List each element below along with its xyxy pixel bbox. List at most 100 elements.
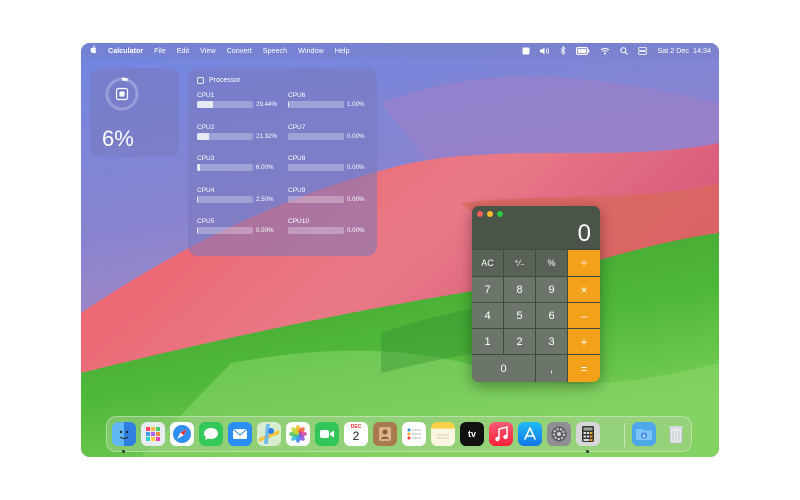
cpu-core-bar-fill [197, 101, 214, 108]
cpu-core-1: CPU1 29.44% [197, 92, 279, 120]
messages-icon[interactable] [199, 422, 223, 446]
cpu-core-label: CPU9 [288, 186, 306, 194]
zoom-button[interactable] [497, 211, 503, 217]
desktop: Calculator File Edit View Convert Speech… [81, 43, 719, 457]
app-store-icon[interactable] [518, 422, 542, 446]
key-ac[interactable]: AC [472, 250, 503, 276]
wifi-icon[interactable] [600, 47, 610, 55]
cpu-core-bar-fill [288, 101, 289, 108]
cpu-core-bar-fill [197, 195, 199, 203]
cpu-core-label: CPU4 [197, 186, 215, 194]
menu-app-name[interactable]: Calculator [108, 46, 143, 55]
calculator-window[interactable]: 0 AC ⁺∕₋ % ÷ 7 8 9 × 4 5 6 – 1 2 3 + 0 ,… [472, 206, 600, 382]
menu-edit[interactable]: Edit [177, 46, 189, 55]
calculator-app-icon[interactable] [576, 422, 600, 446]
cpu-core-value: 0.50% [256, 227, 274, 234]
menu-file[interactable]: File [154, 46, 166, 55]
notes-icon[interactable] [431, 422, 455, 446]
key-decimal[interactable]: , [536, 355, 567, 382]
key-7[interactable]: 7 [472, 277, 503, 302]
key-3[interactable]: 3 [536, 329, 567, 354]
volume-icon[interactable] [540, 47, 550, 55]
key-plus[interactable]: + [568, 329, 600, 354]
close-button[interactable] [477, 211, 483, 217]
minimize-button[interactable] [487, 211, 493, 217]
key-minus[interactable]: – [568, 303, 600, 328]
bluetooth-icon[interactable] [560, 46, 567, 55]
key-equals[interactable]: = [568, 355, 600, 382]
key-9[interactable]: 9 [536, 277, 567, 302]
dock-separator [624, 423, 625, 447]
calculator-running-indicator [586, 450, 589, 453]
cpu-core-label: CPU2 [197, 123, 215, 131]
key-0[interactable]: 0 [472, 355, 535, 382]
processor-title: Processor [209, 77, 241, 84]
cpu-core-label: CPU8 [288, 155, 306, 162]
system-settings-icon[interactable] [547, 422, 571, 446]
calculator-display-value: 0 [577, 220, 591, 247]
cpu-core-3: CPU3 6.00% [197, 155, 279, 183]
control-center-icon[interactable] [638, 46, 648, 55]
cpu-core-label: CPU3 [197, 155, 215, 162]
key-5[interactable]: 5 [504, 303, 535, 328]
cpu-core-bar [288, 195, 344, 203]
cpu-core-value: 6.00% [256, 164, 274, 171]
apple-icon[interactable] [89, 45, 97, 56]
cpu-core-bar [197, 101, 253, 108]
calendar-day: 2 [352, 429, 360, 443]
key-sign[interactable]: ⁺∕₋ [504, 250, 535, 276]
menu-convert[interactable]: Convert [227, 46, 252, 55]
menu-window[interactable]: Window [298, 46, 324, 55]
cpu-core-value: 0.00% [347, 164, 365, 171]
cpu-core-bar [288, 227, 344, 234]
cpu-core-value: 0.00% [347, 132, 365, 140]
contacts-icon[interactable] [373, 422, 397, 446]
music-icon[interactable] [489, 422, 513, 446]
cpu-usage-widget[interactable]: 6% [90, 68, 179, 157]
mail-icon[interactable] [228, 422, 252, 446]
dock: DEC 2 tv [106, 416, 692, 453]
cpu-core-label: CPU5 [197, 218, 215, 225]
menu-help[interactable]: Help [335, 46, 350, 55]
cpu-core-value: 29.44% [256, 101, 277, 108]
tv-icon[interactable]: tv [460, 422, 484, 446]
key-8[interactable]: 8 [504, 277, 535, 302]
cpu-core-9: CPU9 0.00% [288, 187, 370, 215]
battery-icon[interactable] [576, 46, 590, 55]
finder-icon[interactable] [112, 422, 136, 446]
cpu-core-label: CPU7 [288, 123, 306, 131]
facetime-icon[interactable] [315, 422, 339, 446]
finder-running-indicator [122, 450, 125, 453]
key-4[interactable]: 4 [472, 303, 503, 328]
cpu-core-label: CPU1 [197, 92, 215, 99]
trash-icon[interactable] [664, 422, 688, 446]
cpu-core-bar [288, 101, 344, 108]
menu-speech[interactable]: Speech [263, 46, 287, 55]
downloads-folder-icon[interactable] [632, 422, 656, 446]
stats-icon[interactable] [522, 47, 530, 55]
safari-icon[interactable] [170, 422, 194, 446]
maps-icon[interactable] [257, 422, 281, 446]
menu-view[interactable]: View [200, 46, 215, 55]
cpu-core-bar [197, 227, 253, 234]
reminders-icon[interactable] [402, 422, 426, 446]
processor-widget[interactable]: Processor CPU1 29.44% CPU2 21.32% CPU3 6.00% C… [188, 68, 377, 256]
key-percent[interactable]: % [536, 250, 567, 276]
cpu-core-value: 0.00% [347, 227, 365, 234]
cpu-core-bar-fill [197, 132, 209, 140]
key-multiply[interactable]: × [568, 277, 600, 302]
cpu-core-bar-fill [197, 164, 201, 171]
cpu-core-2: CPU2 21.32% [197, 124, 279, 152]
key-divide[interactable]: ÷ [568, 250, 600, 276]
cpu-core-value: 2.50% [256, 195, 274, 203]
key-1[interactable]: 1 [472, 329, 503, 354]
photos-icon[interactable] [286, 422, 310, 446]
cpu-core-bar [288, 164, 344, 171]
key-6[interactable]: 6 [536, 303, 567, 328]
calendar-icon[interactable]: DEC 2 [344, 422, 368, 446]
menu-datetime[interactable]: Sat 2 Dec 14:34 [657, 46, 711, 55]
cpu-core-7: CPU7 0.00% [288, 124, 370, 152]
launchpad-icon[interactable] [141, 422, 165, 446]
search-icon[interactable] [620, 46, 629, 55]
key-2[interactable]: 2 [504, 329, 535, 354]
